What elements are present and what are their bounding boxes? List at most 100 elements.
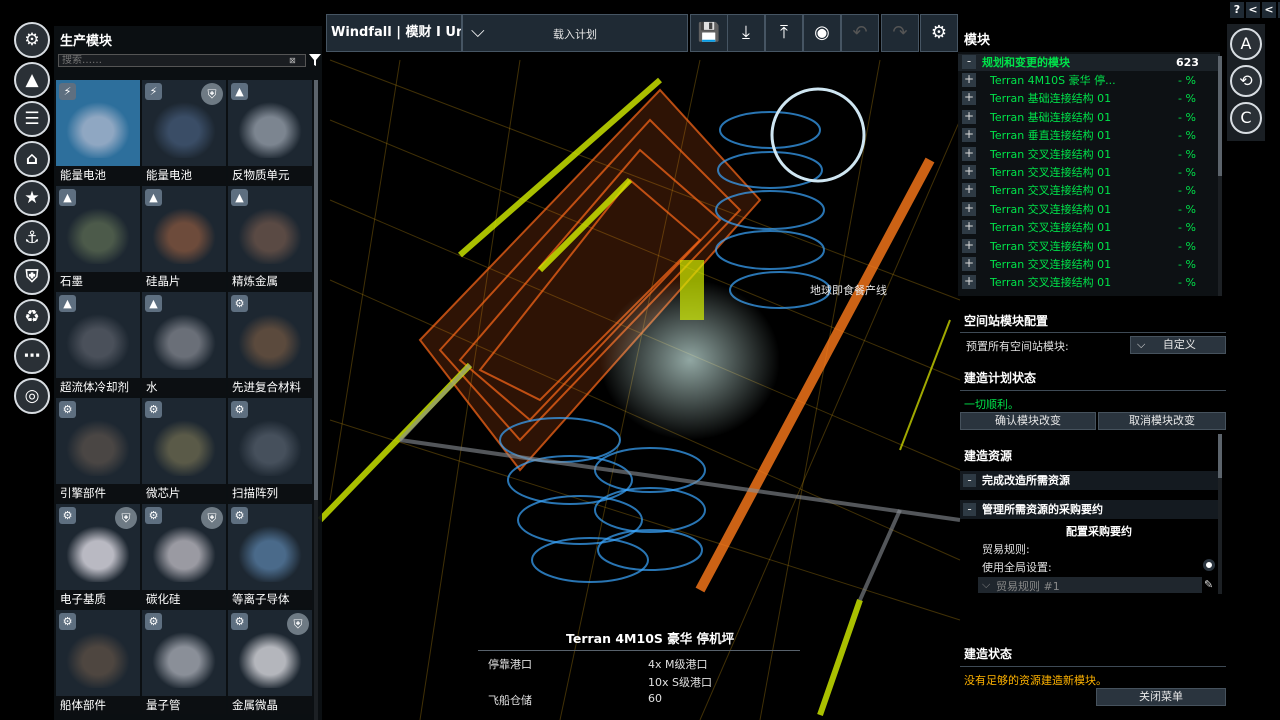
resources-title: 建造资源 [964,449,1013,463]
module-tile[interactable]: ⚙ ⛨ 碳化硅 [142,504,226,608]
module-tile[interactable]: ▲ 硅晶片 [142,186,226,290]
save-button[interactable]: 💾 [690,14,728,52]
module-tile[interactable]: ⚙ 船体部件 [56,610,140,714]
module-row[interactable]: + Terran 交叉连接结构 01 - % [958,256,1220,273]
expand-icon[interactable]: + [962,220,976,235]
category-button-8[interactable]: ⋯ [14,338,50,374]
module-tile[interactable]: ▲ 超流体冷却剂 [56,292,140,396]
modules-count: 623 [1176,56,1199,69]
trade-rule-select[interactable]: ⌵ 贸易规则 #1 [978,577,1202,593]
expand-icon[interactable]: + [962,257,976,271]
category-button-4[interactable]: ★ [14,180,50,216]
close-menu-button[interactable]: 关闭菜单 [1096,688,1226,706]
expand-icon[interactable]: + [962,128,976,143]
module-row[interactable]: + Terran 交叉连接结构 01 - % [958,201,1220,218]
expand-icon[interactable]: + [962,201,976,216]
module-tile[interactable]: ▲ 水 [142,292,226,396]
module-row[interactable]: + Terran 交叉连接结构 01 - % [958,164,1220,181]
module-row[interactable]: + Terran 垂直连接结构 01 - % [958,127,1220,144]
faction-badge-icon: ⛨ [201,83,223,105]
module-row[interactable]: + Terran 交叉连接结构 01 - % [958,238,1220,255]
expand-icon[interactable]: + [962,238,976,253]
load-plan-dropdown[interactable]: ⌵ 载入计划 [462,14,688,52]
preset-dropdown[interactable]: ⌵ 自定义 [1130,336,1226,354]
import-button[interactable]: ⤓ [727,14,765,52]
category-button-7[interactable]: ♻ [14,298,50,335]
undo-button[interactable]: ↶ [841,14,879,52]
module-row[interactable]: + Terran 基础连接结构 01 - % [958,90,1220,107]
search-input[interactable] [59,55,289,66]
use-global-toggle[interactable] [1203,559,1215,571]
module-row[interactable]: + Terran 交叉连接结构 01 - % [958,219,1220,236]
export-button[interactable]: ⤒ [765,14,803,52]
module-row[interactable]: + Terran 交叉连接结构 01 - % [958,146,1220,163]
collapse-icon[interactable]: - [962,55,976,69]
collapse-icon[interactable]: - [963,474,976,487]
module-row[interactable]: + Terran 交叉连接结构 01 - % [958,182,1220,199]
modules-scrollbar-thumb[interactable] [1218,56,1222,176]
module-tile[interactable]: ⚙ 扫描阵列 [228,398,312,502]
category-button-3[interactable]: ⌂ [14,140,50,177]
module-type-icon: ▲ [59,189,76,206]
module-tile[interactable]: ▲ 反物质单元 [228,80,312,184]
module-tile[interactable]: ▲ 石墨 [56,186,140,290]
right-rail-button-0[interactable]: A [1230,28,1262,60]
module-thumbnail [234,416,306,476]
module-row[interactable]: + Terran 4M10S 豪华 停... - % [958,72,1220,89]
category-button-0[interactable]: ⚙ [14,22,50,58]
category-button-6[interactable]: ⛨ [14,259,50,295]
module-tile[interactable]: ⚙ 量子管 [142,610,226,714]
category-button-9[interactable]: ◎ [14,377,50,414]
module-tile[interactable]: ⚙ 等离子导体 [228,504,312,608]
back-button[interactable]: < [1246,2,1260,18]
module-row[interactable]: + Terran 交叉连接结构 01 - % [958,274,1220,291]
resources-scrollbar-thumb[interactable] [1218,434,1222,478]
category-button-1[interactable]: ▲ [14,61,50,98]
right-rail-button-1[interactable]: ⟲ [1230,65,1262,97]
modules-header-row[interactable]: - 规划和变更的模块 623 [958,54,1220,71]
help-button[interactable]: ? [1230,2,1244,18]
production-scrollbar[interactable] [314,80,318,720]
category-button-2[interactable]: ☰ [14,101,50,137]
view-button[interactable]: ◉ [803,14,841,52]
module-type-icon: ⚙ [145,401,162,418]
module-tile[interactable]: ⚡ ⛨ 能量电池 [142,80,226,184]
production-panel-title: 生产模块 [60,34,113,49]
module-tile[interactable]: ▲ 精炼金属 [228,186,312,290]
settings-button[interactable]: ⚙ [920,14,958,52]
module-tile[interactable]: ⚙ ⛨ 金属微晶 [228,610,312,714]
expand-icon[interactable]: + [962,73,976,87]
module-percent: - % [1178,221,1196,235]
module-tile[interactable]: ⚙ 微芯片 [142,398,226,502]
module-tile[interactable]: ⚙ ⛨ 电子基质 [56,504,140,608]
resources-required-row[interactable]: - 完成改造所需资源 [960,471,1218,490]
category-button-5[interactable]: ⚓ [14,219,50,256]
expand-icon[interactable]: + [962,165,976,179]
filter-icon[interactable] [309,53,321,67]
expand-icon[interactable]: + [962,183,976,198]
expand-icon[interactable]: + [962,146,976,161]
module-label: 水 [142,378,226,396]
collapse-icon[interactable]: - [963,503,976,516]
module-thumbnail [148,204,220,264]
module-tile[interactable]: ⚡ 能量电池 [56,80,140,184]
module-type-icon: ▲ [145,295,162,312]
modules-scrollbar[interactable] [1218,56,1222,296]
cancel-changes-button[interactable]: 取消模块改变 [1098,412,1226,430]
expand-icon[interactable]: + [962,275,976,290]
module-row[interactable]: + Terran 基础连接结构 01 - % [958,109,1220,126]
expand-icon[interactable]: + [962,91,976,106]
confirm-changes-button[interactable]: 确认模块改变 [960,412,1096,430]
buy-offers-row[interactable]: - 管理所需资源的采购要约 [960,500,1218,519]
collapse-button[interactable]: < [1262,2,1276,18]
plan-name-field[interactable]: Windfall | 模财 I Un... [326,14,462,52]
clear-search-icon[interactable]: ⊠ [289,56,296,65]
right-rail-button-2[interactable]: C [1230,102,1262,134]
redo-button[interactable]: ↷ [881,14,919,52]
production-scrollbar-thumb[interactable] [314,80,318,500]
resources-scrollbar[interactable] [1218,434,1222,594]
expand-icon[interactable]: + [962,109,976,124]
edit-icon[interactable]: ✎ [1204,578,1213,591]
module-tile[interactable]: ⚙ 先进复合材料 [228,292,312,396]
module-tile[interactable]: ⚙ 引擎部件 [56,398,140,502]
